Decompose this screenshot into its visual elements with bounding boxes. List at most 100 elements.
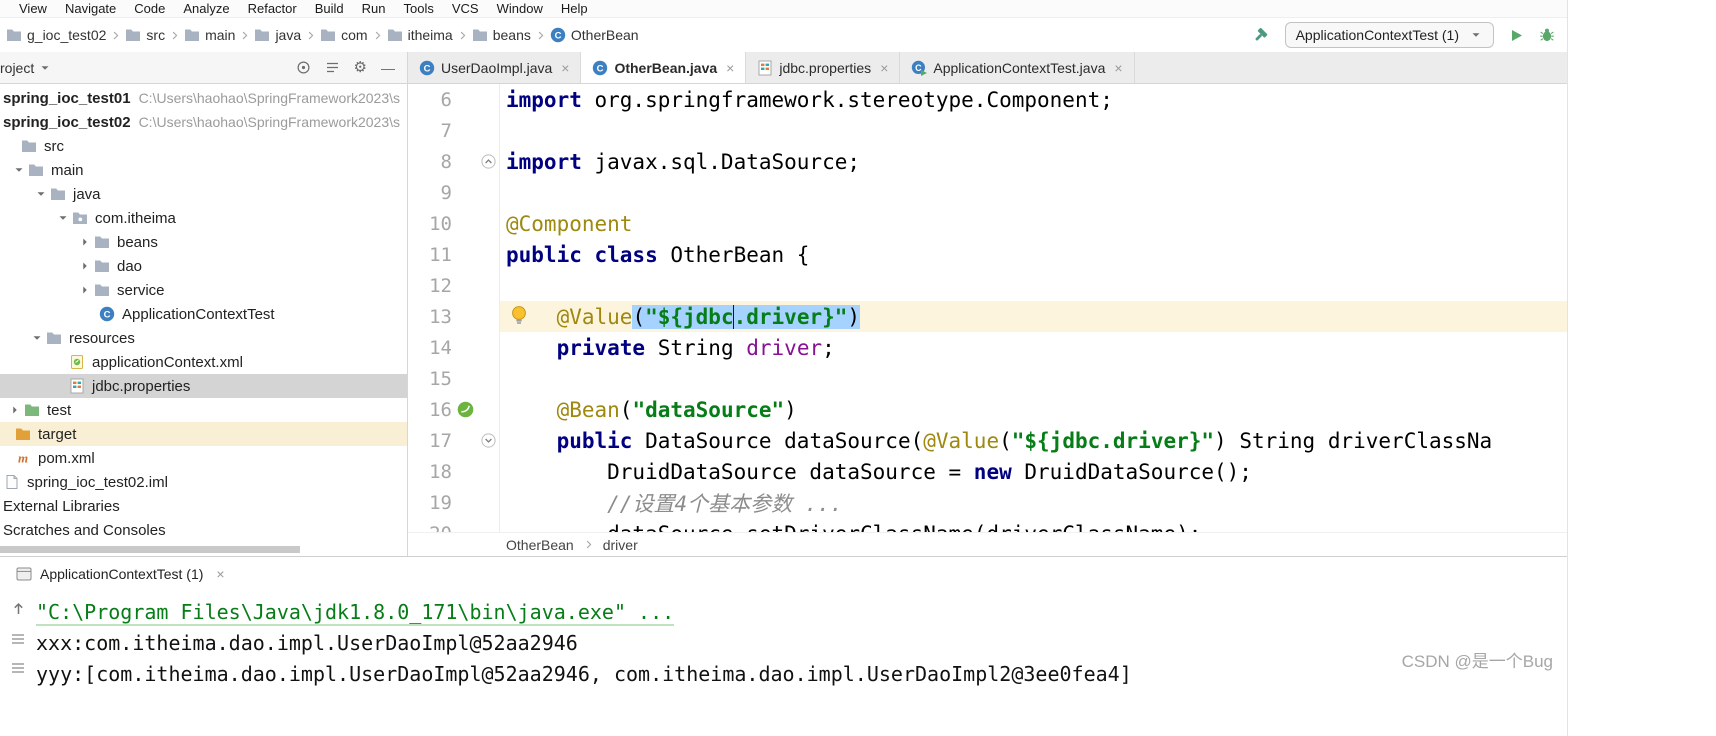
menu-code[interactable]: Code bbox=[125, 1, 174, 16]
tree-item-External Libraries[interactable]: External Libraries bbox=[0, 494, 407, 518]
chevron-right-icon[interactable] bbox=[76, 259, 93, 273]
code-line-20[interactable]: 20 dataSource.setDriverClassName(driverC… bbox=[408, 518, 1567, 532]
code-line-11[interactable]: 11public class OtherBean { bbox=[408, 239, 1567, 270]
run-config-select[interactable]: ApplicationContextTest (1) bbox=[1285, 22, 1494, 48]
code-area[interactable]: 6import org.springframework.stereotype.C… bbox=[408, 84, 1567, 532]
line-number[interactable]: 14 bbox=[408, 337, 452, 359]
line-number[interactable]: 10 bbox=[408, 213, 452, 235]
menu-vcs[interactable]: VCS bbox=[443, 1, 488, 16]
run-button[interactable] bbox=[1509, 28, 1524, 43]
tree-item-beans[interactable]: beans bbox=[0, 230, 407, 254]
menu-analyze[interactable]: Analyze bbox=[174, 1, 238, 16]
tree-item-main[interactable]: main bbox=[0, 158, 407, 182]
chevron-down-icon[interactable] bbox=[54, 211, 71, 225]
tree-item-java[interactable]: java bbox=[0, 182, 407, 206]
up-arrow-icon[interactable] bbox=[11, 601, 26, 616]
tab-UserDaoImpl.java[interactable]: CUserDaoImpl.java× bbox=[408, 52, 581, 83]
code-line-17[interactable]: 17 public DataSource dataSource(@Value("… bbox=[408, 425, 1567, 456]
breadcrumb-item-OtherBean[interactable]: COtherBean bbox=[548, 26, 641, 44]
breadcrumb-item-src[interactable]: src bbox=[123, 26, 167, 44]
breadcrumb-item-beans[interactable]: beans bbox=[470, 26, 533, 44]
line-number[interactable]: 18 bbox=[408, 461, 452, 483]
line-number[interactable]: 19 bbox=[408, 492, 452, 514]
tree-item-test[interactable]: test bbox=[0, 398, 407, 422]
chevron-down-icon[interactable] bbox=[32, 187, 49, 201]
tree-item-target[interactable]: target bbox=[0, 422, 407, 446]
tree-item-resources[interactable]: resources bbox=[0, 326, 407, 350]
close-icon[interactable]: × bbox=[1114, 60, 1122, 76]
breadcrumb-item-main[interactable]: main bbox=[182, 26, 237, 44]
menu-view[interactable]: View bbox=[10, 1, 56, 16]
tree-item-applicationContext.xml[interactable]: applicationContext.xml bbox=[0, 350, 407, 374]
gutter[interactable]: 12 bbox=[408, 270, 500, 301]
tree-item-Scratches and Consoles[interactable]: Scratches and Consoles bbox=[0, 518, 407, 542]
close-icon[interactable]: × bbox=[561, 60, 569, 76]
gutter[interactable]: 6 bbox=[408, 84, 500, 115]
gutter[interactable]: 13 bbox=[408, 301, 500, 332]
line-number[interactable]: 13 bbox=[408, 306, 452, 328]
fold-marker-icon[interactable] bbox=[481, 154, 496, 169]
chevron-down-icon[interactable] bbox=[10, 163, 27, 177]
code-line-18[interactable]: 18 DruidDataSource dataSource = new Drui… bbox=[408, 456, 1567, 487]
code-line-14[interactable]: 14 private String driver; bbox=[408, 332, 1567, 363]
close-icon[interactable]: × bbox=[880, 60, 888, 76]
tree-item-pom.xml[interactable]: mpom.xml bbox=[0, 446, 407, 470]
tab-OtherBean.java[interactable]: COtherBean.java× bbox=[581, 52, 746, 83]
menu-navigate[interactable]: Navigate bbox=[56, 1, 125, 16]
chevron-right-icon[interactable] bbox=[76, 235, 93, 249]
tree-item-spring_ioc_test01[interactable]: spring_ioc_test01C:\Users\haohao\SpringF… bbox=[0, 86, 407, 110]
editor-breadcrumb-item-driver[interactable]: driver bbox=[603, 537, 638, 553]
gutter[interactable]: 18 bbox=[408, 456, 500, 487]
breadcrumb-item-itheima[interactable]: itheima bbox=[385, 26, 455, 44]
close-icon[interactable]: × bbox=[726, 60, 734, 76]
code-line-8[interactable]: 8import javax.sql.DataSource; bbox=[408, 146, 1567, 177]
debug-button[interactable] bbox=[1539, 27, 1555, 43]
line-number[interactable]: 7 bbox=[408, 120, 452, 142]
locate-icon[interactable] bbox=[296, 60, 311, 75]
collapse-all-icon[interactable] bbox=[325, 60, 340, 75]
tab-ApplicationContextTest.java[interactable]: CApplicationContextTest.java× bbox=[900, 52, 1134, 83]
menu-build[interactable]: Build bbox=[306, 1, 353, 16]
gutter[interactable]: 9 bbox=[408, 177, 500, 208]
line-number[interactable]: 15 bbox=[408, 368, 452, 390]
tab-jdbc.properties[interactable]: jdbc.properties× bbox=[746, 52, 900, 83]
line-number[interactable]: 11 bbox=[408, 244, 452, 266]
code-line-9[interactable]: 9 bbox=[408, 177, 1567, 208]
list-lines-icon[interactable] bbox=[11, 633, 25, 645]
menu-run[interactable]: Run bbox=[353, 1, 395, 16]
bean-icon[interactable] bbox=[456, 400, 475, 419]
close-icon[interactable]: × bbox=[216, 566, 224, 582]
tree-item-spring_ioc_test02[interactable]: spring_ioc_test02C:\Users\haohao\SpringF… bbox=[0, 110, 407, 134]
tree-item-dao[interactable]: dao bbox=[0, 254, 407, 278]
code-line-16[interactable]: 16 @Bean("dataSource") bbox=[408, 394, 1567, 425]
fold-marker-icon[interactable] bbox=[481, 433, 496, 448]
gutter[interactable]: 16 bbox=[408, 394, 500, 425]
horizontal-scrollbar[interactable] bbox=[0, 546, 300, 553]
chevron-down-icon[interactable] bbox=[28, 331, 45, 345]
line-number[interactable]: 9 bbox=[408, 182, 452, 204]
gutter[interactable]: 14 bbox=[408, 332, 500, 363]
settings-icon[interactable]: ⚙ bbox=[354, 60, 367, 75]
build-hammer-icon[interactable] bbox=[1252, 26, 1270, 44]
gutter[interactable]: 11 bbox=[408, 239, 500, 270]
breadcrumb-item-com[interactable]: com bbox=[318, 26, 369, 44]
breadcrumb-item-g_ioc_test02[interactable]: g_ioc_test02 bbox=[4, 26, 108, 44]
tree-item-ApplicationContextTest[interactable]: CApplicationContextTest bbox=[0, 302, 407, 326]
menu-tools[interactable]: Tools bbox=[395, 1, 443, 16]
hide-icon[interactable]: — bbox=[381, 61, 395, 75]
line-number[interactable]: 20 bbox=[408, 523, 452, 533]
line-number[interactable]: 12 bbox=[408, 275, 452, 297]
intention-bulb-icon[interactable] bbox=[510, 305, 528, 331]
menu-refactor[interactable]: Refactor bbox=[239, 1, 306, 16]
list-lines-icon[interactable] bbox=[11, 662, 25, 674]
tree-item-src[interactable]: src bbox=[0, 134, 407, 158]
run-tab[interactable]: ApplicationContextTest (1) × bbox=[16, 566, 225, 582]
tree-item-spring_ioc_test02.iml[interactable]: spring_ioc_test02.iml bbox=[0, 470, 407, 494]
line-number[interactable]: 6 bbox=[408, 89, 452, 111]
code-line-19[interactable]: 19 //设置4个基本参数 ... bbox=[408, 487, 1567, 518]
menu-help[interactable]: Help bbox=[552, 1, 597, 16]
tree-item-com.itheima[interactable]: com.itheima bbox=[0, 206, 407, 230]
editor[interactable]: 6import org.springframework.stereotype.C… bbox=[408, 84, 1567, 556]
gutter[interactable]: 17 bbox=[408, 425, 500, 456]
tree-item-jdbc.properties[interactable]: jdbc.properties bbox=[0, 374, 407, 398]
